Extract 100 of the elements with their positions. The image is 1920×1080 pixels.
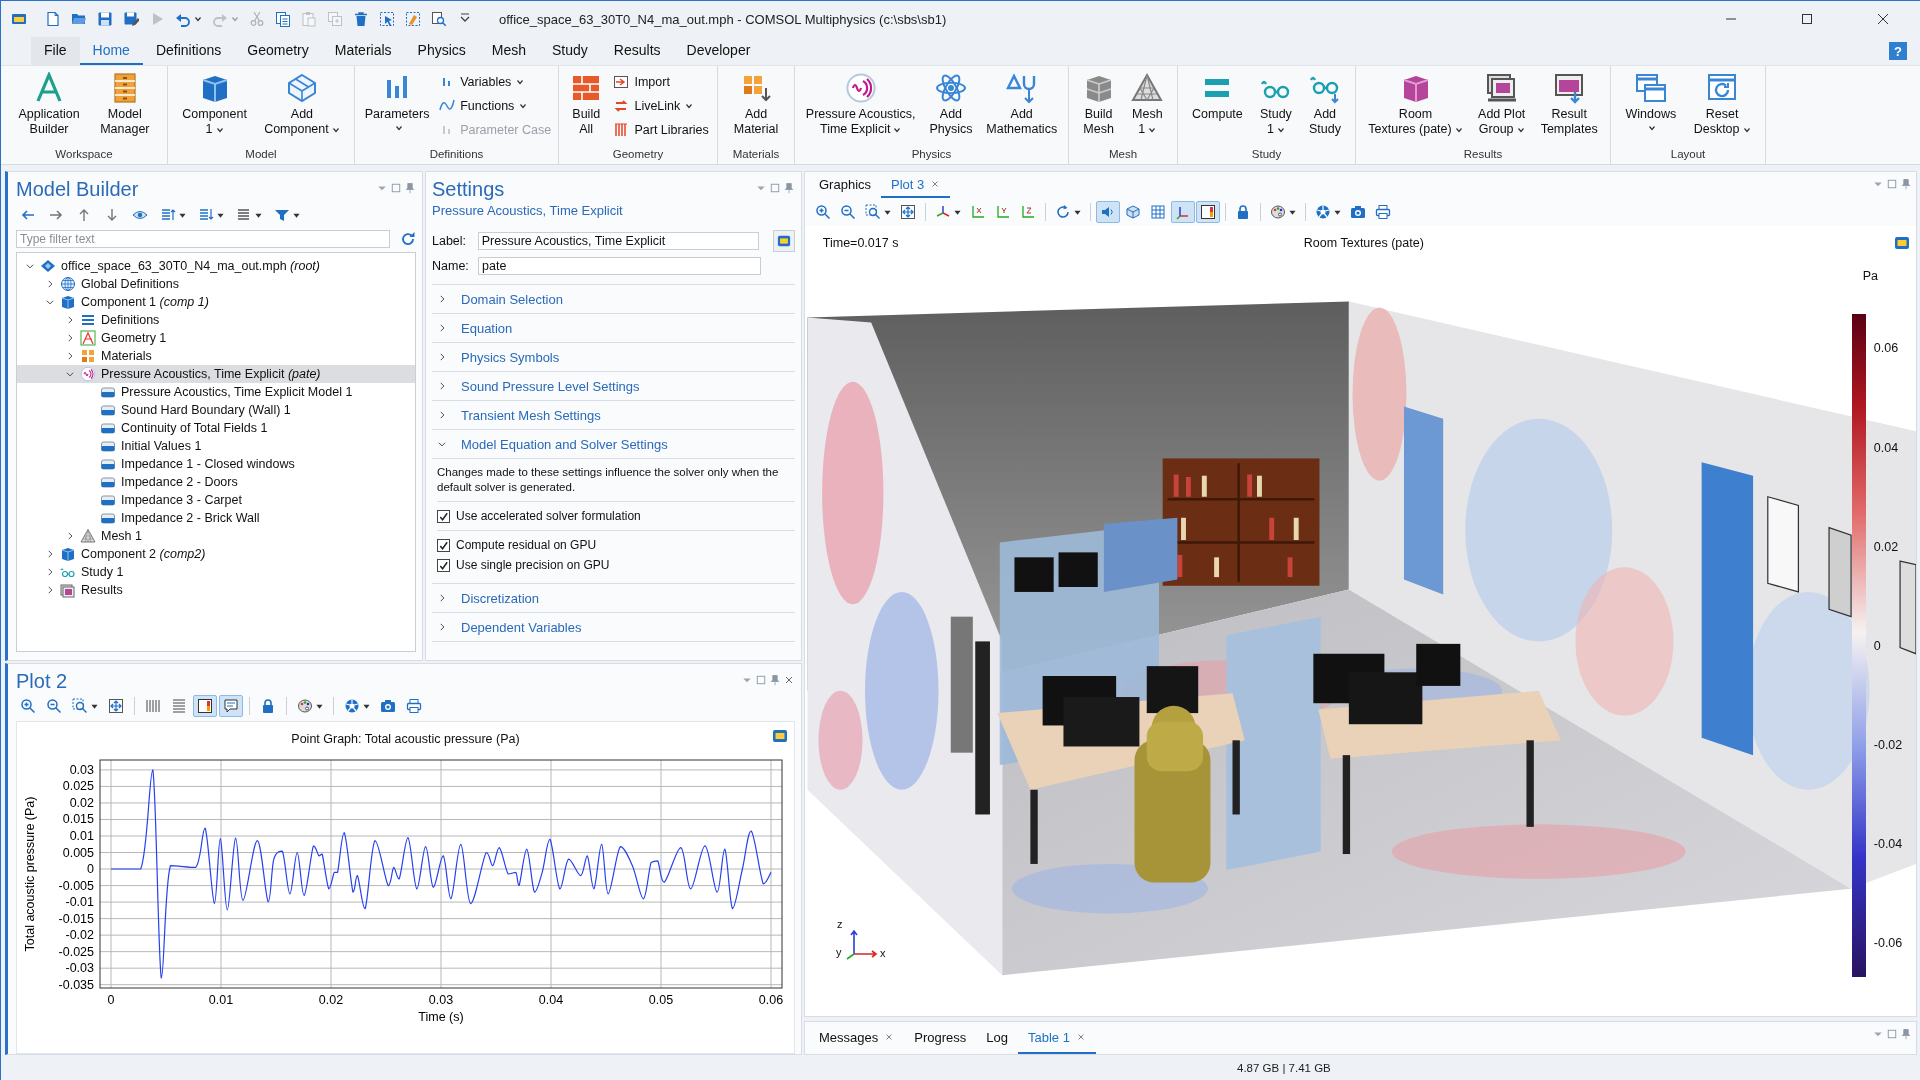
tree-item[interactable]: Materials (17, 347, 415, 365)
chevron-down-icon[interactable] (65, 369, 75, 379)
ribbon-button[interactable]: Add Study (1305, 72, 1344, 137)
ribbon-button[interactable]: Application Builder (15, 72, 83, 137)
legend-button[interactable] (193, 695, 217, 717)
ribbon-button[interactable]: LiveLink (613, 96, 709, 116)
picture-icon[interactable] (772, 728, 788, 744)
section-header[interactable]: Equation (432, 314, 795, 343)
undo-button[interactable] (175, 11, 202, 27)
axis-triad-button[interactable] (1171, 201, 1195, 223)
tab[interactable]: Table 1 (1018, 1022, 1096, 1054)
ribbon-button[interactable]: Reset Desktop (1690, 72, 1754, 137)
copy-button[interactable] (275, 11, 291, 27)
section-header[interactable]: Discretization (432, 584, 795, 613)
pin-icon[interactable] (1900, 178, 1912, 190)
ribbon-button[interactable]: Windows (1622, 72, 1680, 132)
menu-tab[interactable]: Geometry (234, 37, 322, 65)
section-header[interactable]: Sound Pressure Level Settings (432, 372, 795, 401)
tree-item[interactable]: Geometry 1 (17, 329, 415, 347)
tree-item[interactable]: Component 1 (comp 1) (17, 293, 415, 311)
pin-icon[interactable] (404, 182, 416, 194)
close-icon[interactable] (1075, 1032, 1086, 1042)
menu-tab[interactable]: Study (539, 37, 601, 65)
chevron-right-icon[interactable] (65, 333, 75, 343)
open-button[interactable] (71, 11, 87, 27)
ribbon-button[interactable]: Add Plot Group (1475, 72, 1529, 137)
chevron-right-icon[interactable] (65, 531, 75, 541)
close-icon[interactable] (884, 1032, 895, 1042)
tab[interactable]: Messages (809, 1022, 905, 1054)
ribbon-button[interactable]: Import (613, 72, 709, 92)
chevron-right-icon[interactable] (45, 567, 55, 577)
tab[interactable]: Graphics (809, 172, 882, 198)
tree-item[interactable]: Results (17, 581, 415, 599)
refresh-icon[interactable] (400, 231, 416, 247)
menu-tab[interactable]: Materials (321, 37, 405, 65)
section-header[interactable]: Physics Symbols (432, 343, 795, 372)
chevron-right-icon[interactable] (45, 549, 55, 559)
ribbon-button[interactable]: Build Mesh (1079, 72, 1118, 137)
menu-tab[interactable]: Developer (673, 37, 764, 65)
menu-tab[interactable]: Definitions (142, 37, 235, 65)
close-icon[interactable] (930, 179, 941, 189)
ribbon-button[interactable]: Add Material (730, 72, 782, 137)
chevron-right-icon[interactable] (45, 279, 55, 289)
pin-icon[interactable] (783, 182, 795, 194)
ribbon-button[interactable]: Variables (439, 72, 552, 92)
ribbon-button[interactable]: Parameters (361, 72, 433, 132)
tree-item[interactable]: Impedance 2 - Brick Wall (17, 509, 415, 527)
tab[interactable]: Plot 3 (881, 172, 951, 198)
legend-button[interactable] (1196, 201, 1220, 223)
ribbon-button[interactable]: Part Libraries (613, 120, 709, 140)
checkbox[interactable] (437, 509, 450, 523)
tree-item[interactable]: Impedance 1 - Closed windows (17, 455, 415, 473)
menu-tab[interactable]: Physics (404, 37, 479, 65)
new-button[interactable] (45, 11, 61, 27)
close-icon[interactable] (783, 674, 795, 686)
pin-icon[interactable] (769, 674, 781, 686)
ribbon-button[interactable]: Compute (1189, 72, 1246, 122)
tree-item[interactable]: Study 1 (17, 563, 415, 581)
pin-icon[interactable] (1900, 1028, 1912, 1040)
tree-item[interactable]: office_space_63_30T0_N4_ma_out.mph (root) (17, 257, 415, 275)
ribbon-button[interactable]: Add Component (261, 72, 343, 137)
ribbon-button[interactable]: Model Manager (97, 72, 153, 137)
ribbon-button[interactable]: Add Physics (926, 72, 976, 137)
chevron-down-icon[interactable] (45, 297, 55, 307)
ribbon-button[interactable]: Build All (567, 72, 606, 137)
ribbon-button[interactable]: Result Templates (1537, 72, 1601, 137)
menu-tab[interactable]: Results (600, 37, 674, 65)
tree-item[interactable]: Pressure Acoustics, Time Explicit (pate) (17, 365, 415, 383)
find-button[interactable] (431, 11, 447, 27)
save-button[interactable] (97, 11, 113, 27)
tree-item[interactable]: Impedance 3 - Carpet (17, 491, 415, 509)
chevron-right-icon[interactable] (45, 585, 55, 595)
text-field[interactable]: Pressure Acoustics, Time Explicit (477, 232, 760, 250)
tab[interactable]: Progress (904, 1022, 977, 1054)
delete-button[interactable] (353, 11, 369, 27)
tree-item[interactable]: Definitions (17, 311, 415, 329)
tree-item[interactable]: Global Definitions (17, 275, 415, 293)
select-button[interactable] (379, 11, 395, 27)
checkbox[interactable] (437, 558, 450, 572)
ribbon-button[interactable]: Add Mathematics (983, 72, 1061, 137)
tree-item[interactable]: Continuity of Total Fields 1 (17, 419, 415, 437)
clear-button[interactable] (405, 11, 421, 27)
tree-item[interactable]: Initial Values 1 (17, 437, 415, 455)
tree-item[interactable]: Impedance 2 - Doors (17, 473, 415, 491)
tab[interactable]: Log (976, 1022, 1018, 1054)
ribbon-button[interactable]: Room Textures (pate) (1365, 72, 1466, 137)
ribbon-button[interactable]: Mesh 1 (1128, 72, 1167, 137)
help-button[interactable]: ? (1889, 42, 1907, 60)
save-as-button[interactable] (123, 11, 139, 27)
chevron-right-icon[interactable] (65, 315, 75, 325)
picture-icon[interactable] (1893, 235, 1910, 252)
section-header[interactable]: Domain Selection (432, 285, 795, 314)
edit-button[interactable] (773, 230, 795, 252)
tree-item[interactable]: Pressure Acoustics, Time Explicit Model 1 (17, 383, 415, 401)
section-header[interactable]: Dependent Variables (432, 613, 795, 642)
ribbon-button[interactable]: Functions (439, 96, 552, 116)
section-header[interactable]: Model Equation and Solver Settings (432, 430, 795, 459)
ribbon-button[interactable]: Component 1 (179, 72, 250, 137)
ribbon-button[interactable]: Study 1 (1256, 72, 1295, 137)
ribbon-button[interactable]: Pressure Acoustics, Time Explicit (802, 72, 919, 137)
